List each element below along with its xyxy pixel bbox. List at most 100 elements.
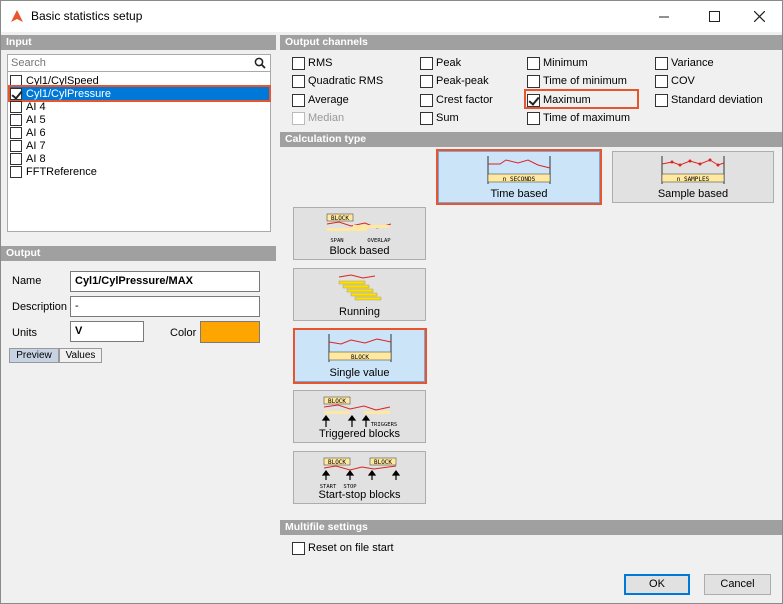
option-checkbox[interactable] bbox=[527, 56, 540, 70]
option-checkbox bbox=[292, 111, 305, 125]
option-checkbox[interactable] bbox=[420, 111, 433, 125]
calc-label: Sample based bbox=[657, 188, 729, 200]
channel-checkbox[interactable] bbox=[10, 100, 22, 113]
calc-triggered-blocks-button[interactable]: BLOCK TRIGGERS Triggered blocks bbox=[293, 390, 426, 443]
name-label: Name bbox=[12, 275, 42, 287]
option-peak-peak[interactable]: Peak-peak bbox=[420, 74, 489, 88]
calc-label: Running bbox=[339, 306, 380, 318]
cancel-button[interactable]: Cancel bbox=[704, 574, 771, 595]
option-label: Time of minimum bbox=[543, 75, 627, 87]
channel-label: AI 5 bbox=[26, 113, 46, 126]
option-checkbox[interactable] bbox=[420, 93, 433, 107]
option-checkbox[interactable] bbox=[655, 93, 668, 107]
option-label: Quadratic RMS bbox=[308, 75, 384, 87]
option-label: RMS bbox=[308, 57, 333, 69]
close-icon bbox=[753, 11, 765, 22]
channel-label: FFTReference bbox=[26, 165, 97, 178]
calc-sample-based-button[interactable]: n SAMPLES Sample based bbox=[612, 151, 774, 203]
calc-running-button[interactable]: Running bbox=[293, 268, 426, 321]
calc-label: Block based bbox=[329, 245, 390, 257]
single-value-highlight bbox=[293, 328, 427, 384]
option-standard-deviation[interactable]: Standard deviation bbox=[655, 93, 763, 107]
option-checkbox[interactable] bbox=[527, 74, 540, 88]
option-sum[interactable]: Sum bbox=[420, 111, 459, 125]
app-logo-icon bbox=[11, 10, 23, 22]
option-reset-on-file-start[interactable]: Reset on file start bbox=[292, 541, 394, 555]
close-button[interactable] bbox=[736, 1, 782, 32]
channel-checkbox[interactable] bbox=[10, 74, 22, 87]
color-picker[interactable] bbox=[200, 321, 260, 343]
channel-label: Cyl1/CylPressure bbox=[26, 87, 111, 100]
calc-start-stop-blocks-button[interactable]: BLOCK BLOCK START STOP Start-stop blocks bbox=[293, 451, 426, 504]
triggered-blocks-graphic-label: BLOCK bbox=[327, 398, 345, 405]
triggered-blocks-graphic: BLOCK TRIGGERS bbox=[321, 396, 397, 428]
tab-preview[interactable]: Preview bbox=[9, 348, 59, 363]
ok-button[interactable]: OK bbox=[624, 574, 690, 595]
channel-item-ai5[interactable]: AI 5 bbox=[10, 113, 269, 126]
channel-item-cylspeed[interactable]: Cyl1/CylSpeed bbox=[10, 74, 269, 87]
option-label: Time of maximum bbox=[543, 112, 630, 124]
option-checkbox[interactable] bbox=[655, 56, 668, 70]
name-field[interactable]: Cyl1/CylPressure/MAX bbox=[70, 271, 260, 292]
channel-item-ai8[interactable]: AI 8 bbox=[10, 152, 269, 165]
search-input[interactable] bbox=[8, 55, 248, 71]
option-quadratic-rms[interactable]: Quadratic RMS bbox=[292, 74, 383, 88]
option-variance[interactable]: Variance bbox=[655, 56, 714, 70]
description-field[interactable]: - bbox=[70, 296, 260, 317]
option-checkbox[interactable] bbox=[292, 56, 305, 70]
units-label: Units bbox=[12, 327, 38, 339]
option-average[interactable]: Average bbox=[292, 93, 349, 107]
channel-item-ai7[interactable]: AI 7 bbox=[10, 139, 269, 152]
calc-block-based-button[interactable]: BLOCK SPAN OVERLAP Block based bbox=[293, 207, 426, 260]
option-minimum[interactable]: Minimum bbox=[527, 56, 588, 70]
minimize-button[interactable] bbox=[641, 1, 687, 32]
block-based-graphic-label-2: SPAN bbox=[330, 238, 343, 244]
search-box bbox=[7, 54, 271, 72]
option-checkbox[interactable] bbox=[527, 111, 540, 125]
channel-checkbox[interactable] bbox=[10, 87, 22, 100]
option-label: Reset on file start bbox=[308, 542, 394, 554]
calc-label: Triggered blocks bbox=[319, 428, 400, 440]
option-label: Median bbox=[308, 112, 345, 124]
window-title: Basic statistics setup bbox=[31, 9, 143, 23]
start-stop-blocks-graphic: BLOCK BLOCK START STOP bbox=[319, 457, 400, 490]
option-crest-factor[interactable]: Crest factor bbox=[420, 93, 493, 107]
maximum-highlight bbox=[524, 89, 639, 109]
option-cov[interactable]: COV bbox=[655, 74, 695, 88]
channel-checkbox[interactable] bbox=[10, 126, 22, 139]
option-label: Standard deviation bbox=[671, 94, 763, 106]
option-checkbox[interactable] bbox=[655, 74, 668, 88]
tab-values[interactable]: Values bbox=[59, 348, 102, 363]
option-rms[interactable]: RMS bbox=[292, 56, 332, 70]
channel-checkbox[interactable] bbox=[10, 113, 22, 126]
channel-item-ai4[interactable]: AI 4 bbox=[10, 100, 269, 113]
start-stop-blocks-graphic-label: BLOCK bbox=[327, 459, 345, 466]
option-label: Minimum bbox=[543, 57, 588, 69]
channel-checkbox[interactable] bbox=[10, 139, 22, 152]
channel-checkbox[interactable] bbox=[10, 165, 22, 178]
channel-label: AI 6 bbox=[26, 126, 46, 139]
channel-list[interactable]: Cyl1/CylSpeed Cyl1/CylPressure AI 4 AI 5… bbox=[7, 72, 271, 232]
channel-item-cylpressure[interactable]: Cyl1/CylPressure bbox=[8, 85, 271, 102]
option-label: Crest factor bbox=[436, 94, 493, 106]
sample-based-graphic-label: n SAMPLES bbox=[677, 176, 710, 183]
option-checkbox[interactable] bbox=[292, 541, 305, 555]
units-field[interactable]: V bbox=[70, 321, 144, 342]
channel-item-fftreference[interactable]: FFTReference bbox=[10, 165, 269, 178]
option-checkbox[interactable] bbox=[420, 56, 433, 70]
input-header: Input bbox=[1, 35, 276, 50]
option-time-of-minimum[interactable]: Time of minimum bbox=[527, 74, 627, 88]
channel-item-ai6[interactable]: AI 6 bbox=[10, 126, 269, 139]
maximize-button[interactable] bbox=[691, 1, 737, 32]
option-label: Peak bbox=[436, 57, 462, 69]
option-peak[interactable]: Peak bbox=[420, 56, 461, 70]
option-checkbox[interactable] bbox=[292, 93, 305, 107]
block-based-graphic-label: BLOCK bbox=[330, 215, 348, 222]
channel-checkbox[interactable] bbox=[10, 152, 22, 165]
maximize-icon bbox=[708, 11, 720, 22]
block-based-graphic-label-3: OVERLAP bbox=[367, 238, 391, 244]
option-time-of-maximum[interactable]: Time of maximum bbox=[527, 111, 630, 125]
option-checkbox[interactable] bbox=[420, 74, 433, 88]
option-checkbox[interactable] bbox=[292, 74, 305, 88]
option-label: Peak-peak bbox=[436, 75, 489, 87]
